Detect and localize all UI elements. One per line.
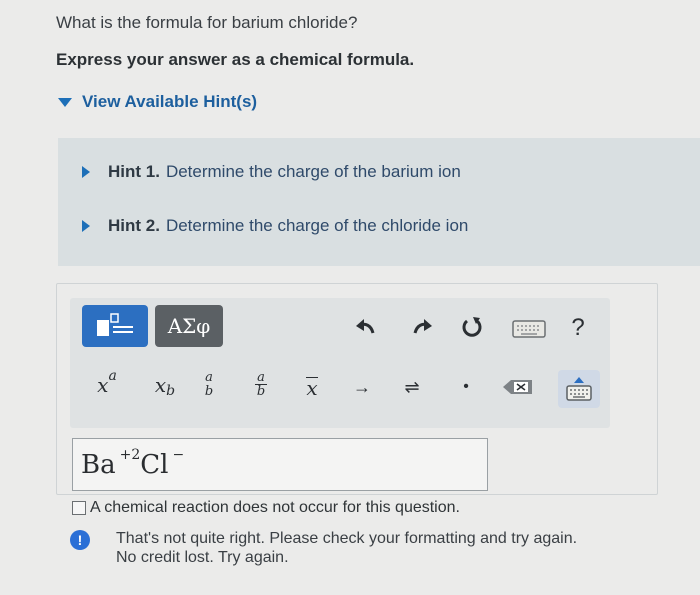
answer-charge-2: − <box>172 446 185 463</box>
answer-input[interactable]: Ba +2 Cl − <box>72 438 488 491</box>
caret-down-icon <box>58 97 72 107</box>
dot-button[interactable]: • <box>452 374 480 400</box>
instruction-text: Express your answer as a chemical formul… <box>56 50 415 69</box>
feedback-line-2: No credit lost. Try again. <box>116 549 289 566</box>
reset-button[interactable] <box>458 313 486 341</box>
keyboard-icon <box>512 320 546 338</box>
templates-button[interactable] <box>82 305 148 347</box>
question-text: What is the formula for barium chloride? <box>56 13 358 32</box>
reaction-arrow-button[interactable]: → <box>348 374 376 400</box>
caret-right-icon <box>82 220 90 232</box>
redo-icon <box>413 319 432 334</box>
subscript-sub: b <box>166 383 176 399</box>
reset-icon <box>462 317 482 337</box>
undo-button[interactable] <box>352 314 380 340</box>
redo-button[interactable] <box>408 314 436 340</box>
no-reaction-option[interactable]: A chemical reaction does not occur for t… <box>72 499 460 517</box>
hint-text: Determine the charge of the barium ion <box>165 162 461 181</box>
subscript-button[interactable]: x b <box>142 370 188 400</box>
greek-symbols-button[interactable]: ΑΣφ <box>155 305 223 347</box>
hint-2[interactable]: Hint 2. Determine the charge of the chlo… <box>82 216 468 236</box>
backspace-icon <box>503 380 532 394</box>
feedback-message: That's not quite right. Please check you… <box>116 529 676 567</box>
hint-1[interactable]: Hint 1. Determine the charge of the bari… <box>82 162 461 182</box>
keyboard-toggle-icon <box>566 377 592 401</box>
templates-icon <box>97 313 133 336</box>
fraction-numerator: a <box>205 370 213 385</box>
equilibrium-arrow-button[interactable]: ⇌ <box>398 374 426 400</box>
overbar-button[interactable]: x <box>296 372 328 402</box>
no-reaction-label: A chemical reaction does not occur for t… <box>90 499 460 516</box>
overbar-symbol: x <box>306 375 318 400</box>
subscript-base: x <box>154 373 167 397</box>
undo-icon <box>356 319 375 334</box>
superscript-button[interactable]: x a <box>84 368 130 400</box>
answer-element-2: Cl <box>140 449 169 480</box>
no-reaction-checkbox[interactable] <box>72 501 86 515</box>
fraction-denominator: b <box>204 384 214 399</box>
view-hints-label: View Available Hint(s) <box>82 92 258 111</box>
help-button[interactable]: ? <box>566 314 590 342</box>
virtual-keyboard-button[interactable] <box>558 370 600 408</box>
answer-element-1: Ba <box>81 449 116 480</box>
hint-number: Hint 2. <box>108 216 160 235</box>
caret-right-icon <box>82 166 90 178</box>
hint-text: Determine the charge of the chloride ion <box>165 216 469 235</box>
hint-number: Hint 1. <box>108 162 160 181</box>
alert-icon: ! <box>70 530 90 550</box>
superscript-exp: a <box>108 368 117 384</box>
hints-panel: Hint 1. Determine the charge of the bari… <box>58 138 700 266</box>
inline-fraction-button[interactable]: a b <box>246 366 276 404</box>
answer-charge-1: +2 <box>119 446 141 463</box>
superscript-base: x <box>97 373 109 397</box>
delete-button[interactable] <box>498 374 538 400</box>
fraction-denominator: b <box>256 384 266 399</box>
fraction-numerator: a <box>255 370 267 385</box>
fraction-button[interactable]: a b <box>194 366 224 404</box>
view-hints-toggle[interactable]: View Available Hint(s) <box>58 92 257 112</box>
keyboard-shortcuts-button[interactable] <box>511 318 547 340</box>
feedback-line-1: That's not quite right. Please check you… <box>116 530 578 547</box>
